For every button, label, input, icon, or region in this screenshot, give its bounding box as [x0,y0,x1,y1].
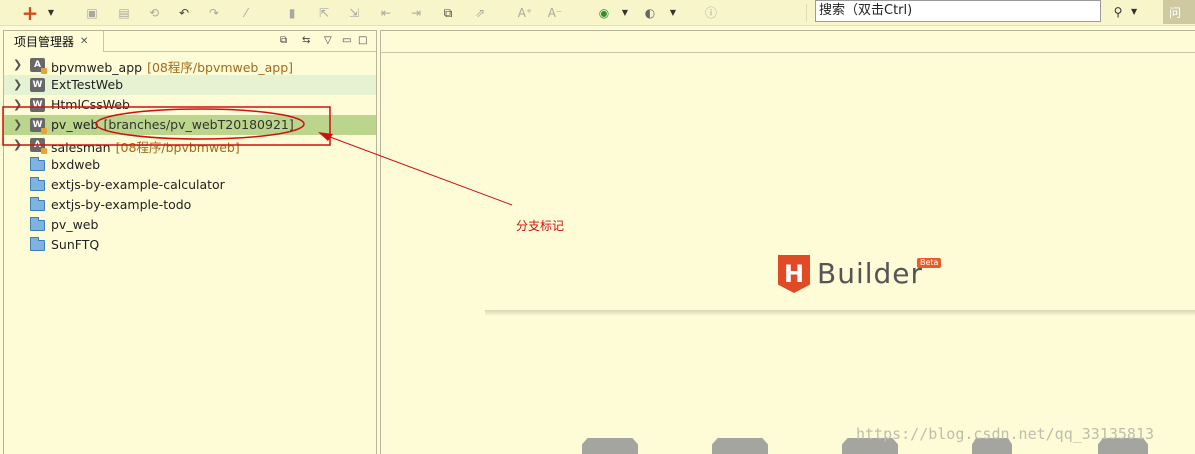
main-toolbar: + ▼ ▣ ▤ ⟲ ↶ ↷ ⁄ ▮ ⇱ ⇲ ⇤ ⇥ ⧉ ⇗ A⁺ A⁻ ◉ ▼ … [0,0,1195,26]
toolbar-separator [806,4,807,22]
tree-item-label: extjs-by-example-calculator [51,177,225,192]
folder-icon [30,217,45,231]
chevron-right-icon[interactable]: ❯ [13,98,22,111]
tab-project-manager[interactable]: 项目管理器 ✕ [4,31,104,52]
chevron-right-icon[interactable]: ❯ [13,78,22,91]
tree-item-exttestweb[interactable]: ❯ W ExtTestWeb [4,75,376,95]
tree-item-salesman[interactable]: ❯ A salesman [08程序/bpvbmweb] [4,135,376,155]
jump-end-icon[interactable]: ⇥ [408,3,424,22]
close-icon[interactable]: ✕ [80,36,88,47]
welcome-feature-icon[interactable] [712,438,768,454]
go-back-icon[interactable]: ⇱ [316,3,332,22]
folder-icon [30,197,45,211]
revert-icon[interactable]: ⟲ [146,3,162,22]
go-forward-icon[interactable]: ⇲ [346,3,362,22]
ask-button[interactable]: 问 [1163,0,1195,24]
jump-start-icon[interactable]: ⇤ [378,3,394,22]
tree-item-htmlcssweb[interactable]: ❯ W HtmlCssWeb [4,95,376,115]
chevron-right-icon[interactable]: ❯ [13,58,22,71]
view-menu-icon[interactable]: ▽ [324,35,332,47]
panel-header: 项目管理器 ✕ ⧉ ⇆ ▽ ▭ □ [4,31,376,52]
editor-area [380,30,1195,454]
link-icon[interactable]: ⇆ [302,35,310,47]
undo-icon[interactable]: ↶ [176,3,192,22]
collapse-all-icon[interactable]: ⧉ [280,35,287,47]
search-input[interactable]: 搜索（双击Ctrl) [815,0,1101,22]
tree-item-bxdweb[interactable]: bxdweb [4,155,376,175]
search-dropdown-icon[interactable]: ▼ [1131,7,1137,16]
save-all-icon[interactable]: ▤ [116,3,132,22]
preview-icon[interactable]: ⧉ [440,3,456,22]
tree-item-label: bpvmweb_app [51,60,143,75]
chevron-right-icon[interactable]: ❯ [13,138,22,151]
search-icon[interactable]: ⚲ [1108,2,1128,22]
folder-icon [30,177,45,191]
tree-item-bpvmweb-app[interactable]: ❯ A bpvmweb_app [08程序/bpvmweb_app] [4,55,376,75]
tree-item-label: HtmlCssWeb [51,97,130,112]
save-icon[interactable]: ▣ [84,3,100,22]
tree-item-label: SunFTQ [51,237,100,252]
tree-item-label: pv_web [51,217,99,232]
new-dropdown-icon[interactable]: ▼ [46,3,56,22]
tree-item-label: pv_web [51,117,99,132]
font-decrease-icon[interactable]: A⁻ [546,3,564,22]
tree-item-path: [08程序/bpvmweb_app] [147,60,294,75]
tree-item-path: [08程序/bpvbmweb] [115,140,240,155]
bookmark-icon[interactable]: ▮ [285,3,299,22]
tree-item-label: salesman [51,140,111,155]
help-icon[interactable]: ⓘ [704,3,718,22]
welcome-feature-icon[interactable] [582,438,638,454]
tree-item-pv-web[interactable]: pv_web [4,215,376,235]
web-project-icon: W [30,78,45,92]
font-increase-icon[interactable]: A⁺ [516,3,534,22]
tree-item-label: extjs-by-example-todo [51,197,192,212]
watermark-text: https://blog.csdn.net/qq_33135813 [856,425,1155,443]
beta-badge: Beta [917,258,942,268]
redo-icon[interactable]: ↷ [206,3,222,22]
tree-item-pv-web-branch[interactable]: ❯ W pv_web [branches/pv_webT20180921] [4,115,376,135]
panel-title: 项目管理器 [14,35,75,49]
project-manager-panel: 项目管理器 ✕ ⧉ ⇆ ▽ ▭ □ ❯ A bpvmweb_app [08程序/b… [3,30,377,454]
tree-item-sunftq[interactable]: SunFTQ [4,235,376,255]
tree-item-label: ExtTestWeb [51,77,124,92]
phone-run-icon[interactable]: ◐ [642,3,658,22]
run-browser-dropdown-icon[interactable]: ▼ [620,3,630,22]
folder-icon [30,157,45,171]
format-icon[interactable]: ⁄ [238,3,254,22]
app-project-icon: A [30,58,47,74]
run-icon[interactable]: ⇗ [472,3,488,22]
web-project-icon: W [30,98,45,112]
tree-item-label: bxdweb [51,157,101,172]
minimize-panel-icon[interactable]: ▭ [342,35,351,47]
chevron-right-icon[interactable]: ❯ [13,118,22,131]
folder-icon [30,237,45,251]
annotation-label: 分支标记 [516,219,565,233]
tree-item-branch: [branches/pv_webT20180921] [103,117,294,132]
run-browser-icon[interactable]: ◉ [596,3,612,22]
phone-run-dropdown-icon[interactable]: ▼ [668,3,678,22]
logo-text: Builder [817,257,924,290]
app-project-icon: A [30,138,47,154]
tree-item-extjs-todo[interactable]: extjs-by-example-todo [4,195,376,215]
new-plus-icon[interactable]: + [22,3,39,23]
tree-item-extjs-calculator[interactable]: extjs-by-example-calculator [4,175,376,195]
welcome-divider [485,310,1195,316]
editor-tab-bar [381,31,1195,53]
web-project-branch-icon: W [30,118,47,134]
maximize-panel-icon[interactable]: □ [358,35,367,47]
